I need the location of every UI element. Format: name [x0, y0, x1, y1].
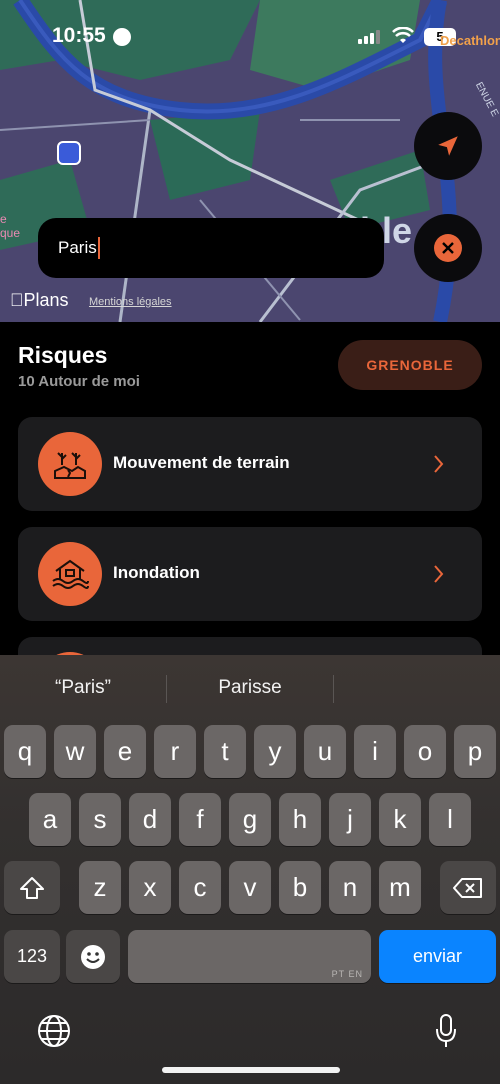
close-icon [434, 234, 462, 262]
landslide-icon [38, 432, 102, 496]
suggestion-bar: “Paris” Parisse [0, 671, 500, 705]
home-indicator [162, 1067, 340, 1073]
risks-panel: Risques 10 Autour de moi GRENOBLE Mouvem… [0, 322, 500, 731]
key-m[interactable]: m [379, 861, 421, 914]
globe-icon[interactable] [36, 1013, 72, 1049]
flood-icon [38, 542, 102, 606]
chevron-right-icon [434, 565, 444, 583]
shift-icon [20, 876, 44, 899]
key-b[interactable]: b [279, 861, 321, 914]
key-e[interactable]: e [104, 725, 146, 778]
train-station-icon[interactable] [57, 141, 81, 165]
suggestion-divider [333, 675, 334, 703]
search-input[interactable]: Paris [38, 218, 384, 278]
chevron-right-icon [434, 455, 444, 473]
key-z[interactable]: z [79, 861, 121, 914]
microphone-icon[interactable] [434, 1013, 458, 1049]
key-a[interactable]: a [29, 793, 71, 846]
key-o[interactable]: o [404, 725, 446, 778]
key-i[interactable]: i [354, 725, 396, 778]
suggestion-item[interactable]: Parisse [167, 671, 333, 705]
emoji-icon [81, 944, 105, 969]
key-c[interactable]: c [179, 861, 221, 914]
legal-mentions-link[interactable]: Mentions légales [89, 296, 172, 308]
risk-label: Inondation [113, 563, 200, 582]
locate-me-button[interactable] [414, 112, 482, 180]
key-p[interactable]: p [454, 725, 496, 778]
key-n[interactable]: n [329, 861, 371, 914]
space-key[interactable]: PT EN [128, 930, 371, 983]
search-input-text: Paris [58, 238, 97, 257]
key-t[interactable]: t [204, 725, 246, 778]
status-time: 10:55 [52, 24, 106, 47]
shift-key[interactable] [4, 861, 60, 914]
suggestion-item[interactable]: “Paris” [0, 671, 166, 705]
space-language-hint: PT EN [331, 969, 363, 979]
key-q[interactable]: q [4, 725, 46, 778]
risk-card-flood[interactable]: Inondation [18, 527, 482, 621]
status-bar: 10:55 5 [0, 0, 500, 70]
key-w[interactable]: w [54, 725, 96, 778]
key-r[interactable]: r [154, 725, 196, 778]
clear-search-button[interactable] [414, 214, 482, 282]
cellular-signal-icon [358, 30, 380, 44]
panel-title: Risques [18, 342, 108, 368]
key-d[interactable]: d [129, 793, 171, 846]
emoji-key[interactable] [66, 930, 120, 983]
keyboard: “Paris” Parisse q w e r t y u i o p a s … [0, 655, 500, 1084]
key-x[interactable]: x [129, 861, 171, 914]
map-poi-label: Decathlon [440, 33, 500, 48]
key-s[interactable]: s [79, 793, 121, 846]
key-h[interactable]: h [279, 793, 321, 846]
map-view[interactable]: 10:55 5 Decathlon ble e que ENUE E Paris [0, 0, 500, 322]
risk-label: Mouvement de terrain [113, 453, 290, 472]
location-arrow-icon [438, 136, 458, 156]
key-g[interactable]: g [229, 793, 271, 846]
key-j[interactable]: j [329, 793, 371, 846]
backspace-key[interactable] [440, 861, 496, 914]
key-f[interactable]: f [179, 793, 221, 846]
text-caret [97, 237, 100, 259]
key-u[interactable]: u [304, 725, 346, 778]
wifi-icon [392, 27, 414, 43]
panel-subtitle: 10 Autour de moi [18, 373, 140, 390]
key-y[interactable]: y [254, 725, 296, 778]
numbers-key[interactable]: 123 [4, 930, 60, 983]
key-v[interactable]: v [229, 861, 271, 914]
city-chip-button[interactable]: GRENOBLE [338, 340, 482, 390]
backspace-icon [453, 877, 482, 898]
key-l[interactable]: l [429, 793, 471, 846]
apple-maps-logo: Plans [10, 290, 69, 310]
key-k[interactable]: k [379, 793, 421, 846]
map-poi-left-label: e que [0, 212, 21, 240]
return-key[interactable]: enviar [379, 930, 496, 983]
focus-face-icon [113, 28, 131, 46]
risk-card-landslide[interactable]: Mouvement de terrain [18, 417, 482, 511]
